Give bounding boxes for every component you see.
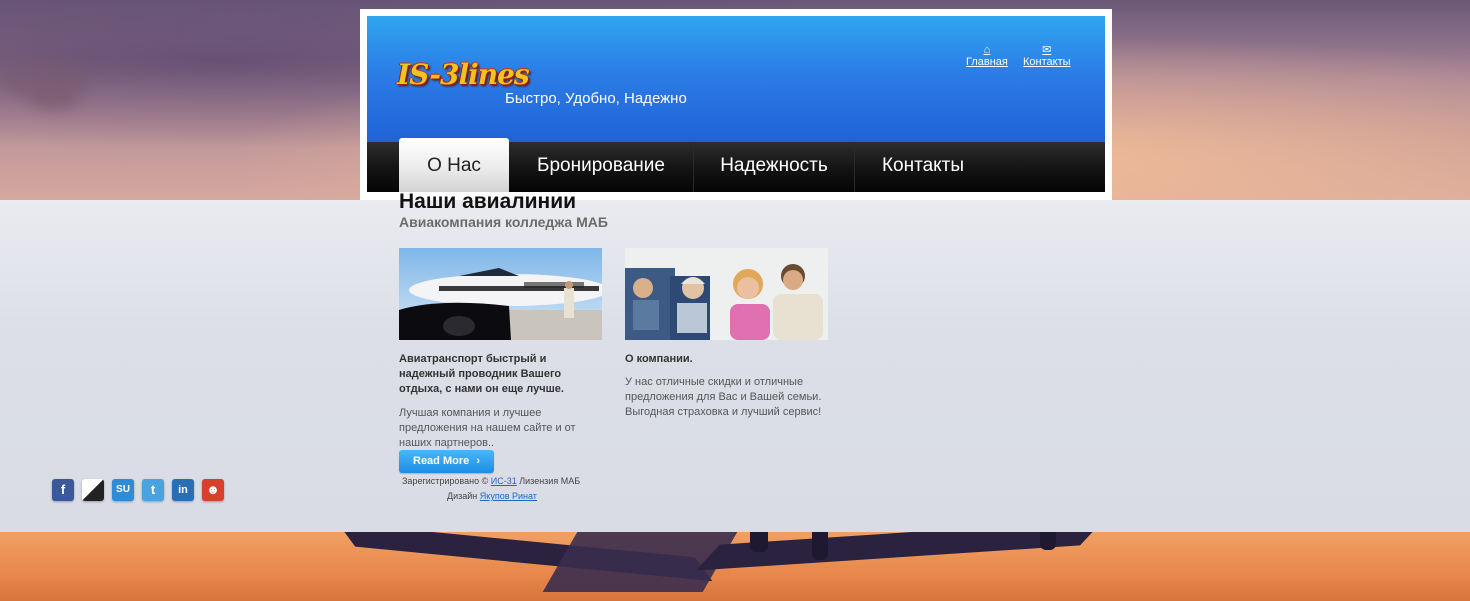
page-title: Наши авиалинии [399,190,577,213]
page-subtitle: Авиакомпания колледжа МАБ [399,214,608,230]
top-link-contacts[interactable]: ✉ Контакты [1023,44,1071,68]
reddit-icon[interactable]: ☻ [202,479,224,501]
slogan: Быстро, Удобно, Надежно [505,90,687,107]
linkedin-icon[interactable]: in [172,479,194,501]
passengers-photo [625,248,828,340]
main-nav: О Нас Бронирование Надежность Контакты [367,138,1105,192]
jet-photo [399,248,602,340]
footer-link-group[interactable]: ИС-31 [491,476,517,486]
home-icon: ⌂ [983,44,991,56]
delicious-icon[interactable] [82,479,104,501]
footer-copyright: Зарегистрировано © ИС-31 Лизензия МАБ [402,476,581,486]
col2-body: У нас отличные скидки и отличные предлож… [625,376,822,418]
facebook-icon[interactable]: f [52,479,74,501]
footer-design: Дизайн Якупов Ринат [447,491,537,501]
nav-item-contacts[interactable]: Контакты [855,142,991,192]
nav-item-booking[interactable]: Бронирование [509,142,693,192]
sunset-background [0,519,1470,601]
stumbleupon-icon[interactable]: SU [112,479,134,501]
top-link-home[interactable]: ⌂ Главная [966,44,1008,68]
mail-icon: ✉ [1042,44,1052,56]
nav-item-about[interactable]: О Нас [399,138,509,192]
read-more-button[interactable]: Read More › [399,450,494,473]
chevron-right-icon: › [476,455,480,467]
col2-heading: О компании. [625,353,693,365]
col1-body: Лучшая компания и лучшее предложения на … [399,407,576,449]
col1-heading: Авиатранспорт быстрый и надежный проводн… [399,353,564,395]
twitter-icon[interactable]: t [142,479,164,501]
nav-item-reliability[interactable]: Надежность [694,142,854,192]
site-logo[interactable]: IS-3lines [397,58,530,91]
footer-link-designer[interactable]: Якупов Ринат [480,491,537,501]
